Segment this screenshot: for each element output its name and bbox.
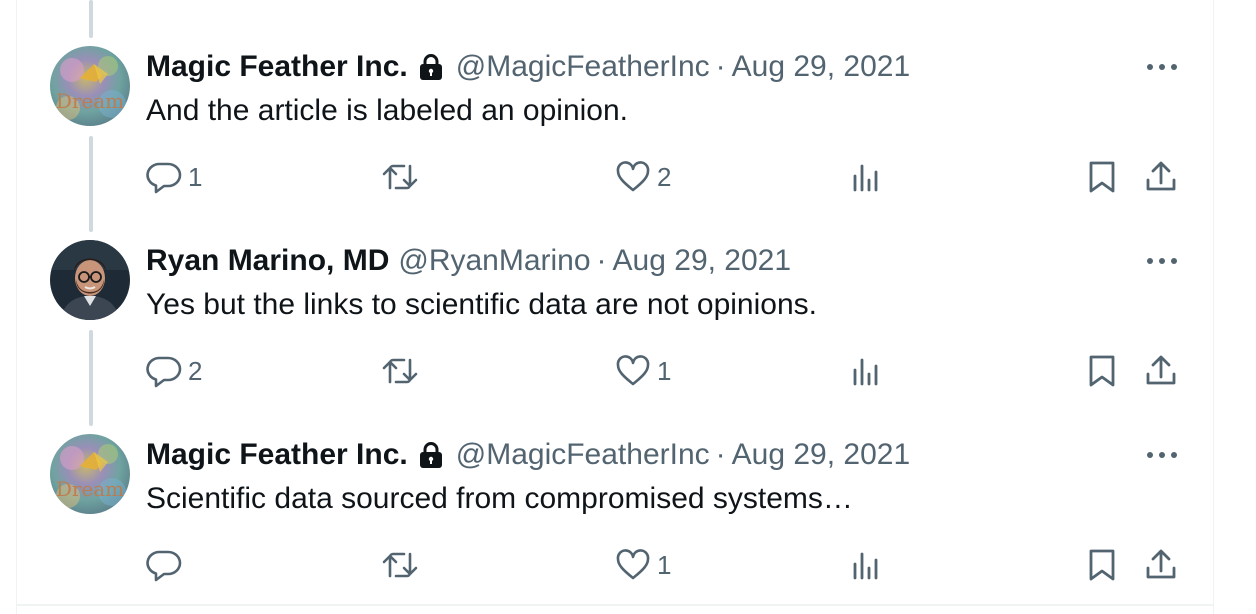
bookmark-icon [1086,354,1118,388]
more-icon[interactable] [1145,252,1179,270]
more-icon[interactable] [1145,446,1179,464]
reply-icon [146,354,182,388]
display-name[interactable]: Ryan Marino, MD [146,242,389,280]
tweet-text: Scientific data sourced from compromised… [146,482,853,515]
share-button[interactable] [1144,160,1178,194]
share-icon [1144,160,1178,194]
retweet-button[interactable] [381,548,425,582]
tweet-header: Magic Feather Inc. @MagicFeatherInc · Au… [146,48,910,86]
views-button[interactable] [850,354,884,388]
divider [16,604,1214,606]
views-icon [850,354,884,388]
bookmark-button[interactable] [1086,548,1118,582]
like-count: 2 [657,161,672,192]
tweet-text: And the article is labeled an opinion. [146,94,628,127]
handle[interactable]: @RyanMarino [398,242,590,280]
reply-icon [146,160,182,194]
more-icon[interactable] [1145,58,1179,76]
tweet-text: Yes but the links to scientific data are… [146,288,817,321]
timestamp[interactable]: Aug 29, 2021 [613,242,792,280]
avatar-text: Dream [56,89,124,113]
avatar-text: Dream [56,477,124,501]
share-button[interactable] [1144,354,1178,388]
share-icon [1144,548,1178,582]
reply-button[interactable]: 2 [146,354,202,388]
avatar[interactable] [50,240,130,320]
timestamp[interactable]: Aug 29, 2021 [732,48,911,86]
views-button[interactable] [850,160,884,194]
views-icon [850,160,884,194]
retweet-icon [381,354,419,388]
heart-icon [615,548,651,582]
like-count: 1 [657,549,672,580]
bookmark-icon [1086,160,1118,194]
timestamp[interactable]: Aug 29, 2021 [732,436,911,474]
like-button[interactable]: 2 [615,160,671,194]
heart-icon [615,160,651,194]
retweet-button[interactable] [381,354,425,388]
lock-icon [418,52,444,82]
tweet-header: Ryan Marino, MD @RyanMarino · Aug 29, 20… [146,242,791,280]
like-button[interactable]: 1 [615,548,671,582]
reply-button[interactable] [146,548,188,582]
like-count: 1 [657,355,672,386]
views-icon [850,548,884,582]
retweet-icon [381,160,419,194]
avatar[interactable]: Dream [50,434,130,514]
separator-dot: · [715,50,726,83]
lock-icon [418,440,444,470]
separator-dot: · [596,244,607,277]
bookmark-icon [1086,548,1118,582]
reply-icon [146,548,182,582]
heart-icon [615,354,651,388]
share-button[interactable] [1144,548,1178,582]
share-icon [1144,354,1178,388]
retweet-button[interactable] [381,160,425,194]
display-name[interactable]: Magic Feather Inc. [146,48,408,86]
handle[interactable]: @MagicFeatherInc [456,436,710,474]
tweet-header: Magic Feather Inc. @MagicFeatherInc · Au… [146,436,910,474]
tweet[interactable]: Dream Magic Feather Inc. @MagicFeatherIn… [0,388,1256,582]
reply-button[interactable]: 1 [146,160,202,194]
tweet[interactable]: Dream Magic Feather Inc. @MagicFeatherIn… [0,0,1256,194]
like-button[interactable]: 1 [615,354,671,388]
reply-count: 2 [188,355,203,386]
bookmark-button[interactable] [1086,160,1118,194]
separator-dot: · [715,438,726,471]
tweet[interactable]: Ryan Marino, MD @RyanMarino · Aug 29, 20… [0,194,1256,388]
handle[interactable]: @MagicFeatherInc [456,48,710,86]
views-button[interactable] [850,548,884,582]
reply-count: 1 [188,161,203,192]
avatar[interactable]: Dream [50,46,130,126]
bookmark-button[interactable] [1086,354,1118,388]
display-name[interactable]: Magic Feather Inc. [146,436,408,474]
retweet-icon [381,548,419,582]
